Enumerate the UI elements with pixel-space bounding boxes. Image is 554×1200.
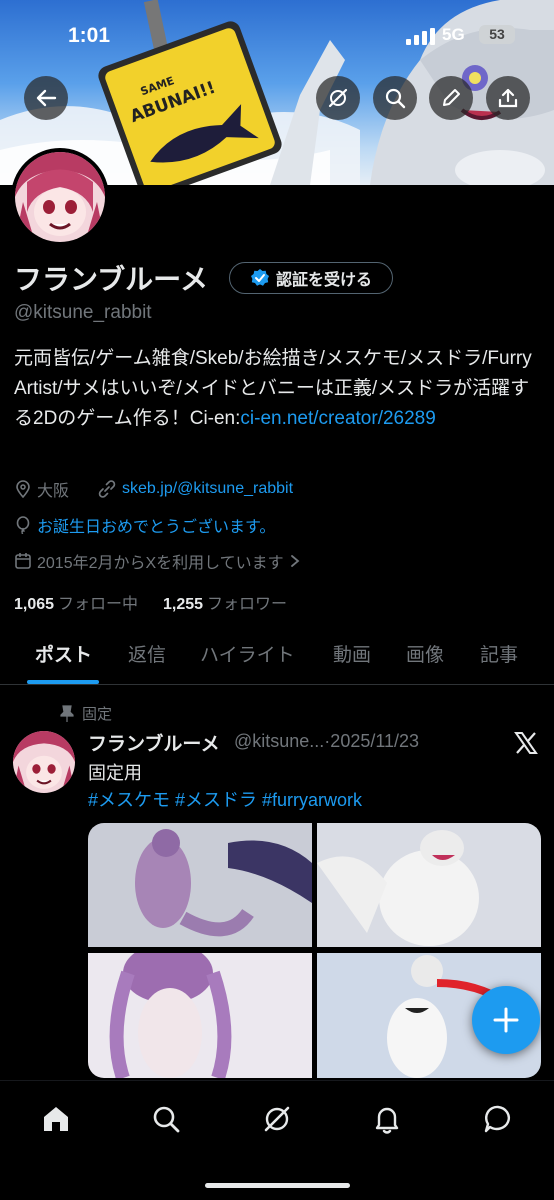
profile-joined-date: 2015年2月からXを利用しています [37,555,284,572]
bottom-navigation [0,1080,554,1200]
battery-indicator: 53 [479,25,515,44]
verified-badge-icon [250,269,269,286]
profile-avatar[interactable] [11,148,109,246]
following-link[interactable]: 1,065 フォロー中 [14,596,138,613]
nav-notifications[interactable] [369,1101,405,1137]
profile-website-link[interactable]: skeb.jp/@kitsune_rabbit [122,480,293,498]
post-hashtags[interactable]: #メスケモ #メスドラ #furryarwork [88,786,362,812]
post-image-2[interactable] [317,823,541,947]
followers-link[interactable]: 1,255 フォロワー [163,596,287,613]
following-label: フォロー中 [58,596,139,613]
home-icon [44,1107,68,1131]
profile-bio: 元両皆伝/ゲーム雑食/Skeb/お絵描き/メスケモ/メスドラ/Furry Art… [14,344,542,434]
post-image-1[interactable] [88,823,312,947]
notifications-icon [375,1107,399,1134]
pin-icon [60,704,74,722]
profile-meta-row: 大阪 skeb.jp/@kitsune_rabbit [14,477,293,501]
nav-search[interactable] [148,1101,184,1137]
tab-posts[interactable]: ポスト [35,640,92,667]
balloon-icon [16,516,30,534]
share-button[interactable] [486,76,530,120]
post-text: 固定用 [88,763,142,783]
tab-highlights[interactable]: ハイライト [200,640,295,667]
edit-profile-button[interactable] [429,76,473,120]
nav-home[interactable] [38,1101,74,1137]
bio-link[interactable]: ci-en.net/creator/26289 [240,408,435,429]
birthday-row: お誕生日おめでとうございます。 [14,513,275,537]
profile-location: 大阪 [37,483,70,500]
profile-tabs: ポスト 返信 ハイライト 動画 画像 記事 [0,626,554,685]
search-icon [153,1106,180,1133]
tab-images[interactable]: 画像 [406,640,444,667]
link-icon [98,480,116,498]
home-indicator [205,1183,350,1188]
nav-messages[interactable] [480,1101,516,1137]
network-type: 5G [442,25,465,44]
back-arrow-icon [36,89,57,107]
post-author-avatar[interactable] [13,731,75,793]
active-tab-indicator [27,680,99,684]
followers-count: 1,255 [162,596,204,613]
grok-button[interactable] [316,76,360,120]
tab-articles[interactable]: 記事 [480,640,518,667]
get-verified-button[interactable]: 認証を受ける [229,262,393,294]
tab-replies[interactable]: 返信 [128,640,166,667]
pinned-label: 固定 [82,706,113,723]
post-image-3[interactable] [88,953,312,1078]
post-avatar-image [13,731,75,793]
avatar-image [15,152,105,242]
search-button[interactable] [373,76,417,120]
back-button[interactable] [24,76,68,120]
edit-icon [443,89,460,106]
search-icon [385,88,406,109]
profile-handle: @kitsune_rabbit [14,302,152,323]
grok-icon [264,1106,290,1132]
post-author-name[interactable]: フランブルーメ [88,729,220,756]
chevron-right-icon [290,555,300,567]
profile-display-name: フランブルーメ [14,264,209,295]
share-icon [498,88,518,108]
post-author-handle-date: @kitsune...·2025/11/23 [234,731,420,751]
post-media-grid [88,823,541,1078]
joined-row[interactable]: 2015年2月からXを利用しています [14,549,301,573]
following-count: 1,065 [14,596,55,613]
tab-videos[interactable]: 動画 [333,640,371,667]
messages-icon [484,1105,510,1133]
calendar-icon [15,553,31,569]
grok-icon [328,88,348,108]
status-bar: 1:01 5G 53 [0,0,554,60]
followers-label: フォロワー [207,596,288,613]
plus-icon [493,1007,519,1033]
location-icon [16,480,30,498]
nav-grok[interactable] [259,1101,295,1137]
status-time: 1:01 [68,24,111,47]
get-verified-label: 認証を受ける [275,272,372,289]
cellular-signal-icon [406,28,435,45]
x-logo-icon [514,732,538,754]
pinned-indicator: 固定 [60,703,112,724]
compose-post-button[interactable] [472,986,540,1054]
profile-birthday: お誕生日おめでとうございます。 [37,519,276,536]
follow-stats: 1,065 フォロー中 1,255 フォロワー [14,590,287,614]
